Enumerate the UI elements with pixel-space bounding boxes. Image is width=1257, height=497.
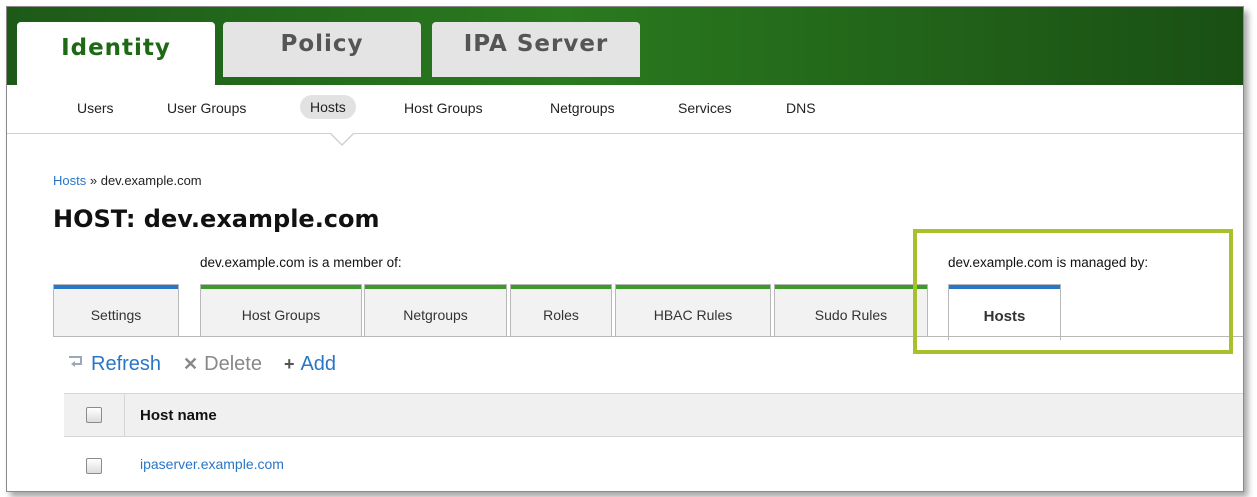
delete-button[interactable]: ✕ Delete — [183, 353, 262, 376]
facet-tab-host-groups-label: Host Groups — [241, 306, 321, 323]
tab-ipa-server[interactable]: IPA Server — [432, 22, 640, 77]
facet-tab-host-groups[interactable]: Host Groups — [200, 284, 362, 336]
tab-policy-label: Policy — [280, 30, 364, 57]
facet-tab-host-groups-bar — [201, 285, 361, 289]
facet-tab-settings-bar — [54, 285, 178, 289]
breadcrumb-current: dev.example.com — [100, 173, 202, 188]
row-checkbox[interactable] — [86, 458, 102, 474]
facet-tab-netgroups-bar — [365, 285, 506, 289]
facet-tab-roles-bar — [511, 285, 611, 289]
active-subnav-pointer — [329, 132, 355, 146]
tab-ipa-server-label: IPA Server — [463, 30, 609, 57]
facet-tab-hbac-rules-bar — [616, 285, 770, 289]
subnav-user-groups[interactable]: User Groups — [167, 100, 246, 116]
host-link[interactable]: ipaserver.example.com — [140, 456, 284, 472]
member-of-caption: dev.example.com is a member of: — [200, 255, 402, 270]
facet-tab-settings-label: Settings — [90, 306, 142, 323]
tab-policy[interactable]: Policy — [223, 22, 421, 77]
facet-tab-hbac-rules-label: HBAC Rules — [653, 306, 733, 323]
refresh-button[interactable]: Refresh — [67, 353, 161, 376]
facet-tab-sudo-rules-bar — [775, 285, 927, 289]
facet-tab-netgroups[interactable]: Netgroups — [364, 284, 507, 336]
facet-tab-settings[interactable]: Settings — [53, 284, 179, 336]
page-title: HOST: dev.example.com — [53, 205, 380, 233]
sub-navigation: Users User Groups Hosts Host Groups Netg… — [7, 85, 1243, 134]
breadcrumb: Hosts » dev.example.com — [53, 173, 202, 188]
subnav-users[interactable]: Users — [77, 100, 114, 116]
select-all-cell — [64, 394, 125, 436]
subnav-services[interactable]: Services — [678, 100, 732, 116]
table-header: Host name — [64, 393, 1243, 437]
select-all-checkbox[interactable] — [86, 407, 102, 423]
facet-tab-roles-label: Roles — [543, 306, 579, 323]
breadcrumb-separator: » — [89, 173, 98, 188]
subnav-dns[interactable]: DNS — [786, 100, 816, 116]
facet-tab-sudo-rules-label: Sudo Rules — [814, 306, 888, 323]
delete-label: Delete — [204, 353, 262, 375]
breadcrumb-hosts-link[interactable]: Hosts — [53, 173, 86, 188]
facet-tab-sudo-rules[interactable]: Sudo Rules — [774, 284, 928, 336]
refresh-icon — [67, 354, 85, 375]
delete-icon: ✕ — [183, 354, 199, 374]
subnav-netgroups[interactable]: Netgroups — [550, 100, 615, 116]
column-header-host-name[interactable]: Host name — [140, 407, 217, 424]
add-icon: + — [283, 354, 295, 374]
tab-identity-label: Identity — [61, 34, 171, 61]
tab-identity[interactable]: Identity — [17, 22, 215, 85]
facet-tab-netgroups-label: Netgroups — [403, 306, 468, 323]
refresh-label: Refresh — [91, 353, 162, 375]
managed-by-highlight-box — [913, 229, 1233, 354]
subnav-hosts[interactable]: Hosts — [300, 95, 356, 119]
add-label: Add — [300, 353, 337, 375]
action-bar: Refresh ✕ Delete + Add — [67, 353, 358, 376]
top-navigation-bar: Identity Policy IPA Server — [7, 7, 1243, 85]
facet-tab-roles[interactable]: Roles — [510, 284, 612, 336]
table-row: ipaserver.example.com — [64, 447, 1243, 487]
app-window: Identity Policy IPA Server Users User Gr… — [6, 6, 1244, 492]
subnav-host-groups[interactable]: Host Groups — [404, 100, 483, 116]
add-button[interactable]: + Add — [284, 353, 336, 376]
facet-tab-hbac-rules[interactable]: HBAC Rules — [615, 284, 771, 336]
